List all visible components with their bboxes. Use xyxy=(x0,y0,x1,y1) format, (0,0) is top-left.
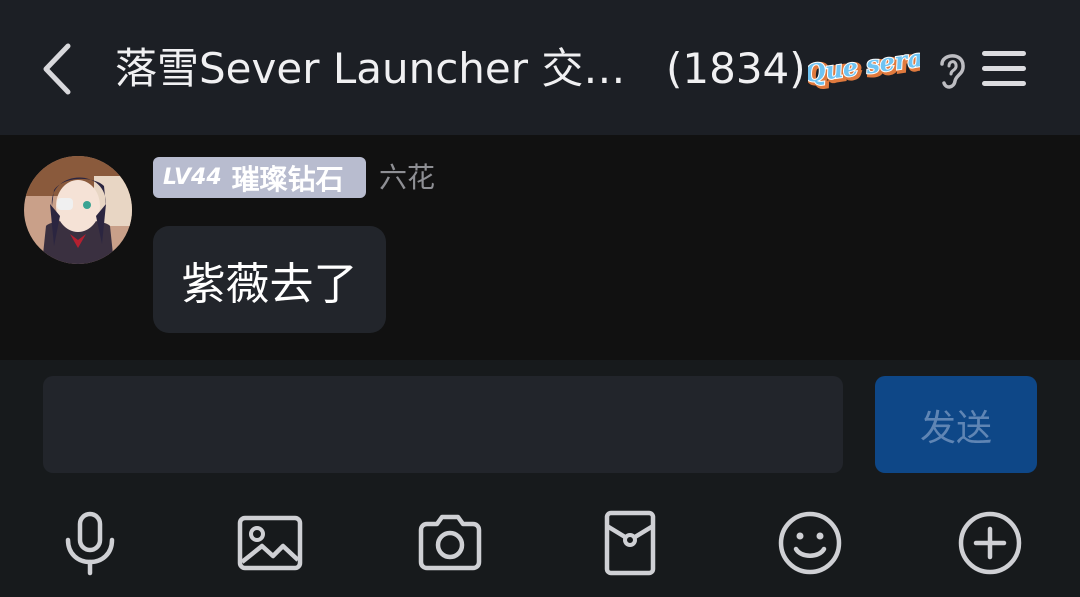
red-packet-icon xyxy=(604,510,656,576)
image-button[interactable] xyxy=(237,510,303,576)
message-bubble[interactable]: 紫薇去了 xyxy=(153,226,386,333)
menu-button[interactable] xyxy=(980,48,1028,90)
message-text: 紫薇去了 xyxy=(181,258,358,310)
back-button[interactable] xyxy=(36,38,80,100)
level-badge: LV44 璀璨钻石 xyxy=(153,157,366,198)
emoji-icon xyxy=(778,511,842,575)
message-input[interactable] xyxy=(43,376,843,473)
microphone-icon xyxy=(65,511,115,576)
group-title[interactable]: 落雪Sever Launcher 交… xyxy=(115,38,640,100)
ear-icon[interactable] xyxy=(934,48,970,92)
camera-icon xyxy=(418,514,482,571)
plus-icon xyxy=(958,511,1022,575)
rank-label: 璀璨钻石 xyxy=(231,162,344,196)
red-packet-button[interactable] xyxy=(597,510,663,576)
voice-button[interactable] xyxy=(57,510,123,576)
sender-name[interactable]: 六花 xyxy=(379,158,435,198)
camera-button[interactable] xyxy=(417,510,483,576)
member-count: (1834) xyxy=(666,44,806,93)
hamburger-menu-icon xyxy=(982,51,1026,86)
more-button[interactable] xyxy=(957,510,1023,576)
level-label: LV44 xyxy=(163,165,222,190)
group-badge-logo: Que sera Que sera xyxy=(802,42,930,92)
avatar[interactable] xyxy=(24,156,132,264)
image-icon xyxy=(237,515,303,571)
emoji-button[interactable] xyxy=(777,510,843,576)
send-button[interactable]: 发送 xyxy=(875,376,1037,473)
chevron-left-icon xyxy=(43,43,71,95)
